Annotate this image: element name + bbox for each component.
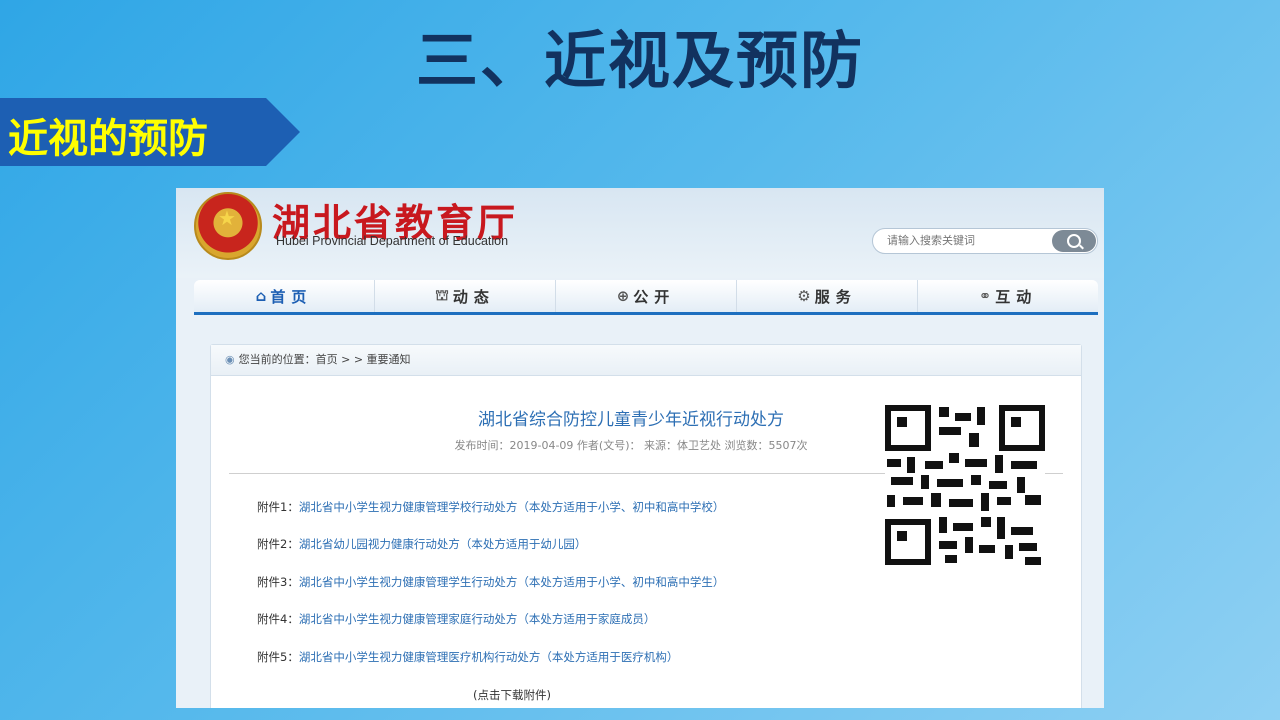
search-icon [1067, 234, 1081, 248]
nav-label: 服务 [814, 287, 857, 306]
breadcrumb-home-link[interactable]: 首页 [316, 353, 338, 366]
search-input[interactable] [887, 232, 1037, 249]
attachment-text: 湖北省中小学生视力健康管理学生行动处方（本处方适用于小学、初中和高中学生） [298, 575, 725, 589]
attachment-label: 附件3： [257, 575, 299, 589]
article-card: ◉ 您当前的位置：首页 > > 重要通知 湖北省综合防控儿童青少年近视行动处方 发… [210, 344, 1082, 708]
article-title: 湖北省综合防控儿童青少年近视行动处方 [478, 410, 784, 430]
attachment-text: 湖北省中小学生视力健康管理家庭行动处方（本处方适用于家庭成员） [298, 612, 656, 626]
slide-title: 三、近视及预防 [415, 24, 864, 97]
attachment-link-3[interactable]: 附件3：湖北省中小学生视力健康管理学生行动处方（本处方适用于小学、初中和高中学生… [257, 574, 724, 590]
attachment-link-1[interactable]: 附件1：湖北省中小学生视力健康管理学校行动处方（本处方适用于小学、初中和高中学校… [257, 499, 724, 515]
section-tag-label: 近视的预防 [8, 116, 208, 162]
nav-label: 互动 [995, 287, 1038, 306]
webpage-screenshot: ★ 湖北省教育厅 Hubei Provincial Department of … [176, 188, 1104, 708]
breadcrumb-current-link[interactable]: 重要通知 [367, 353, 411, 366]
section-tag: 近视的预防 [0, 98, 300, 166]
breadcrumb-prefix: 您当前的位置： [238, 353, 316, 366]
breadcrumb: ◉ 您当前的位置：首页 > > 重要通知 [211, 345, 1081, 376]
nav-item-public[interactable]: ⊕ 公开 [556, 280, 737, 312]
nav-item-service[interactable]: ⚙ 服务 [737, 280, 918, 312]
search-box [872, 228, 1098, 254]
home-icon: ⌂ [255, 287, 267, 305]
qr-code-icon [885, 405, 1045, 565]
site-header: ★ 湖北省教育厅 Hubei Provincial Department of … [176, 188, 1104, 278]
attachment-label: 附件1： [257, 500, 299, 514]
article-meta: 发布时间：2019-04-09 作者(文号)： 来源：体卫艺处 浏览数：5507… [454, 439, 808, 452]
site-name-english: Hubei Provincial Department of Education [276, 234, 509, 248]
nav-label: 动态 [452, 287, 495, 306]
nav-item-news[interactable]: ⛫ 动态 [375, 280, 556, 312]
nav-item-home[interactable]: ⌂ 首页 [194, 280, 375, 312]
search-button[interactable] [1052, 230, 1096, 252]
attachment-label: 附件4： [257, 612, 299, 626]
nav-item-interact[interactable]: ⚭ 互动 [918, 280, 1098, 312]
attachment-text: 湖北省幼儿园视力健康行动处方（本处方适用于幼儿园） [298, 537, 587, 551]
attachment-link-4[interactable]: 附件4：湖北省中小学生视力健康管理家庭行动处方（本处方适用于家庭成员） [257, 611, 655, 627]
main-nav: ⌂ 首页 ⛫ 动态 ⊕ 公开 ⚙ 服务 ⚭ 互动 [194, 280, 1098, 315]
attachment-text: 湖北省中小学生视力健康管理医疗机构行动处方（本处方适用于医疗机构） [298, 650, 679, 664]
nav-label: 公开 [633, 287, 676, 306]
attachment-text: 湖北省中小学生视力健康管理学校行动处方（本处方适用于小学、初中和高中学校） [298, 500, 725, 514]
location-pin-icon: ◉ [225, 353, 235, 366]
building-icon: ⛫ [435, 286, 449, 304]
gear-icon: ⚙ [797, 287, 811, 305]
nav-label: 首页 [270, 287, 313, 306]
download-attachments-link[interactable]: (点击下载附件) [473, 687, 551, 703]
breadcrumb-separator: > > [337, 353, 367, 366]
globe-icon: ⊕ [616, 287, 630, 305]
attachment-link-2[interactable]: 附件2：湖北省幼儿园视力健康行动处方（本处方适用于幼儿园） [257, 536, 586, 552]
national-emblem-icon: ★ [194, 192, 262, 260]
share-icon: ⚭ [978, 287, 992, 305]
attachment-label: 附件2： [257, 537, 299, 551]
attachment-label: 附件5： [257, 650, 299, 664]
attachment-link-5[interactable]: 附件5：湖北省中小学生视力健康管理医疗机构行动处方（本处方适用于医疗机构） [257, 649, 678, 665]
